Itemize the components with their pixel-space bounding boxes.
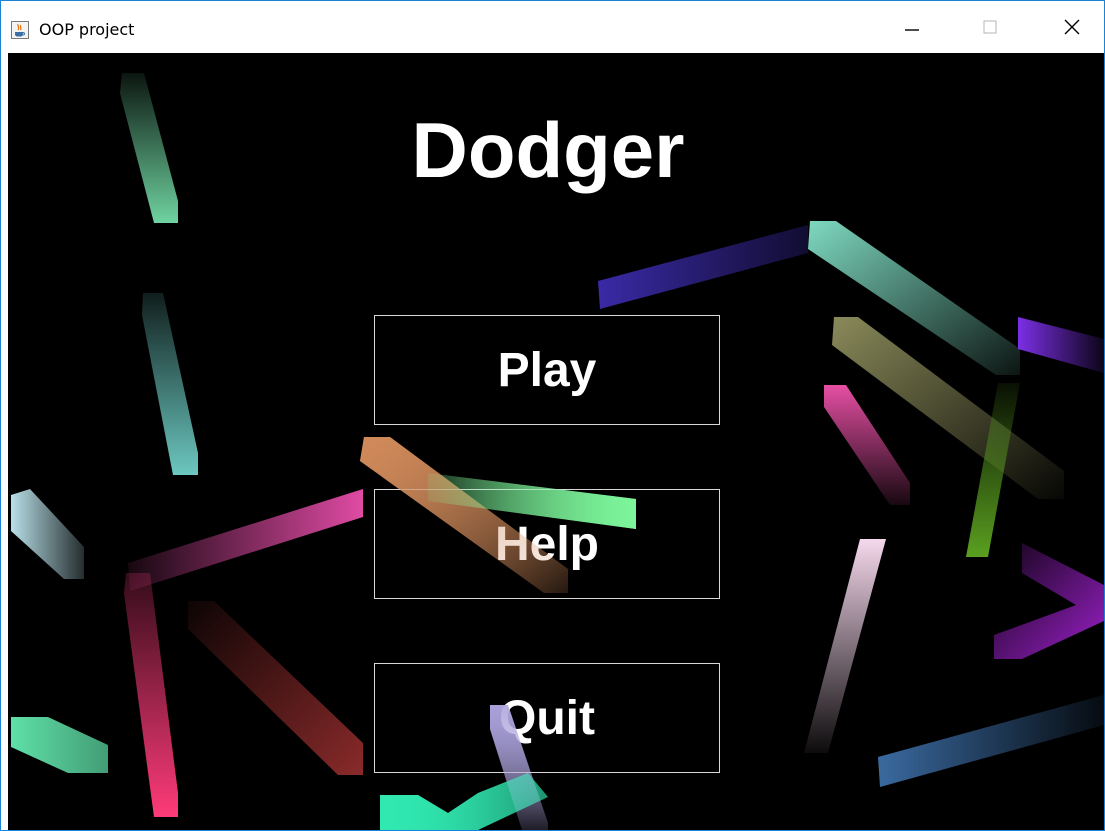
quit-button-label: Quit (499, 691, 595, 745)
game-canvas[interactable]: Dodger Play Help Quit (8, 53, 1104, 830)
quit-button[interactable]: Quit (374, 663, 720, 773)
play-button[interactable]: Play (374, 315, 720, 425)
game-title: Dodger (411, 106, 685, 194)
java-cup-icon (11, 21, 29, 39)
maximize-button[interactable] (967, 1, 1013, 53)
close-button[interactable] (1049, 1, 1095, 53)
help-button[interactable]: Help (374, 489, 720, 599)
minimize-button[interactable] (889, 1, 935, 53)
help-button-label: Help (494, 517, 599, 571)
play-button-label: Play (497, 343, 597, 397)
minimize-icon (905, 20, 919, 34)
window-title: OOP project (39, 20, 135, 39)
title-bar[interactable]: OOP project (1, 1, 1104, 53)
app-window: OOP project Dodger Play Help Quit (0, 0, 1105, 831)
maximize-icon (983, 20, 997, 34)
close-icon (1064, 19, 1080, 35)
